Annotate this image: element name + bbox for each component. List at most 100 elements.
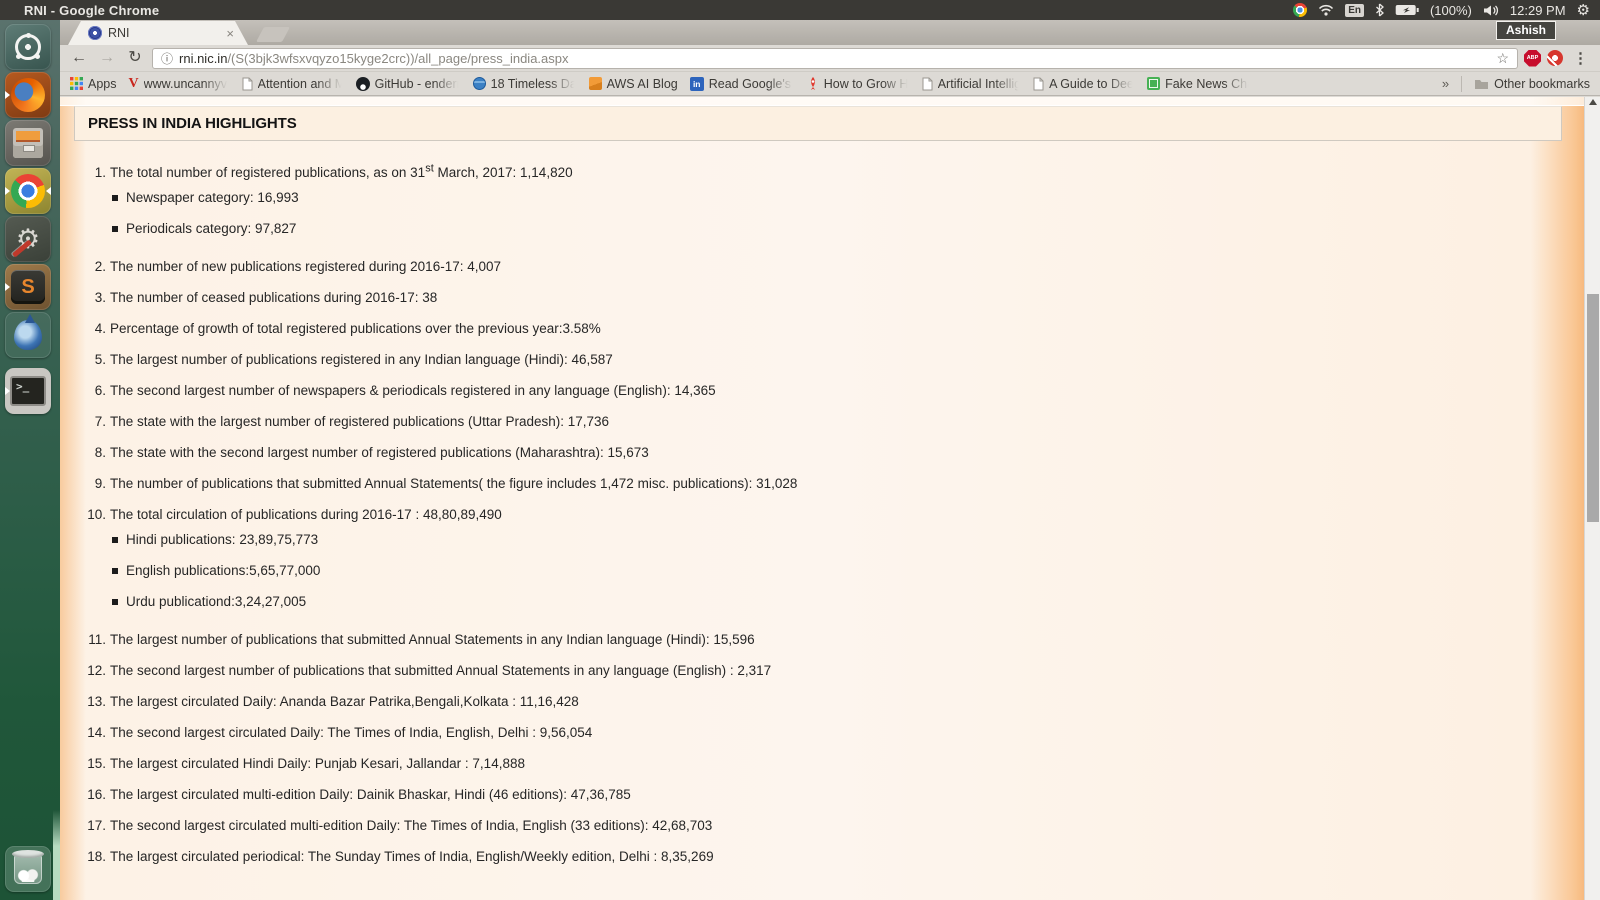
highlight-text: Urdu publicationd:3,24,27,005 xyxy=(126,594,307,609)
adblock-plus-icon[interactable]: ABP xyxy=(1524,49,1541,67)
running-indicator xyxy=(5,91,10,99)
highlight-sub-bullet: Newspaper category: 16,993 xyxy=(74,189,1562,220)
bookmark-item[interactable]: Artificial Intellig xyxy=(922,77,1021,91)
bookmark-item[interactable]: in Read Google's e xyxy=(689,76,795,91)
system-tray: En (100%) 12:29 PM ⚙ xyxy=(1293,1,1600,19)
volume-icon[interactable] xyxy=(1483,4,1499,17)
highlight-text: The largest circulated Hindi Daily: Punj… xyxy=(110,756,525,771)
page-icon xyxy=(922,77,933,91)
page-icon xyxy=(1033,77,1044,91)
apps-grid-icon xyxy=(70,77,83,90)
bookmark-item[interactable]: GitHub - enderne xyxy=(355,76,461,91)
bookmark-label: AWS AI Blog xyxy=(606,76,678,91)
fake-news-icon xyxy=(1147,77,1161,90)
onetab-extension-icon[interactable] xyxy=(1547,50,1563,66)
system-settings-icon[interactable]: ⚙ xyxy=(5,216,51,262)
bookmark-item[interactable]: Apps xyxy=(70,77,117,91)
bookmark-label: Fake News Chall xyxy=(1165,76,1252,91)
square-bullet-icon xyxy=(112,537,118,543)
list-marker xyxy=(74,220,110,251)
file-cabinet-icon xyxy=(13,128,43,158)
list-marker: 19. xyxy=(74,879,110,882)
highlight-text: Percentage of growth of total registered… xyxy=(110,321,601,336)
forward-button[interactable]: → xyxy=(96,50,118,66)
dash-home-icon[interactable] xyxy=(5,24,51,70)
highlight-text: English publications:5,65,77,000 xyxy=(126,563,321,578)
scrollbar-thumb[interactable] xyxy=(1587,294,1599,522)
list-marker: 5. xyxy=(94,352,106,367)
list-marker: 8. xyxy=(94,445,106,460)
page-info-icon[interactable]: ⓘ xyxy=(161,50,173,67)
bookmark-label: www.uncannyvi xyxy=(143,76,230,91)
browser-toolbar: ← → ↻ ⓘ rni.nic.in/(S(3bjk3wfsxvqyzo15ky… xyxy=(60,45,1600,72)
highlight-item: 19.The largest circulated periodical in … xyxy=(74,879,1562,882)
highlight-text: The number of new publications registere… xyxy=(110,259,501,274)
chrome-menu-icon[interactable]: ⋮ xyxy=(1569,49,1592,67)
bookmarks-overflow-chevron[interactable]: » xyxy=(1442,76,1449,91)
list-marker: 16. xyxy=(87,787,106,802)
chrome-window: RNI × ← → ↻ ⓘ rni.nic.in/(S(3bjk3wfsxvqy… xyxy=(60,20,1600,900)
highlight-item: 12. The second largest number of publicat… xyxy=(74,662,1562,693)
bookmark-item[interactable]: Attention and M xyxy=(242,77,344,91)
list-marker: 9. xyxy=(94,476,106,491)
uncanny-v-icon: V xyxy=(128,75,139,91)
highlight-item: 2. The number of new publications registe… xyxy=(74,258,1562,289)
bookmark-item[interactable]: AWS AI Blog xyxy=(588,76,678,91)
bookmark-item[interactable]: A Guide to Deep xyxy=(1033,77,1135,91)
firefox-logo-icon xyxy=(11,78,45,112)
battery-icon[interactable] xyxy=(1395,4,1419,16)
chrome-logo-icon xyxy=(11,174,45,208)
text-fragment: March, 2017: 1,14,820 xyxy=(433,165,573,180)
chrome-indicator-icon[interactable] xyxy=(1293,3,1308,17)
tab-close-icon[interactable]: × xyxy=(226,27,234,40)
session-gear-icon[interactable]: ⚙ xyxy=(1577,1,1590,19)
bluetooth-icon[interactable] xyxy=(1375,3,1384,17)
vertical-scrollbar[interactable] xyxy=(1584,97,1600,900)
trash-icon[interactable] xyxy=(5,846,51,892)
tab-rni[interactable]: RNI × xyxy=(68,21,248,45)
desktop: RNI - Google Chrome En (100%) 12:29 PM ⚙… xyxy=(0,0,1600,900)
ubuntu-logo-icon xyxy=(15,33,41,60)
bookmark-item[interactable]: Vwww.uncannyvi xyxy=(129,76,230,92)
bookmark-star-icon[interactable]: ☆ xyxy=(1496,50,1509,67)
terminal-icon[interactable]: >_ xyxy=(5,368,51,414)
new-tab-button[interactable] xyxy=(256,27,290,42)
highlight-item: 6. The second largest number of newspaper… xyxy=(74,382,1562,413)
deluge-icon[interactable] xyxy=(5,312,51,358)
highlight-item: 17. The second largest circulated multi-e… xyxy=(74,817,1562,848)
address-bar[interactable]: ⓘ rni.nic.in/(S(3bjk3wfsxvqyzo15kyge2crc… xyxy=(152,47,1518,69)
bookmark-item[interactable]: 18 Timeless Data xyxy=(472,77,577,91)
rni-favicon-icon xyxy=(88,26,102,40)
chrome-launcher-icon[interactable] xyxy=(5,168,51,214)
bookmark-label: Read Google's e xyxy=(708,76,795,91)
firefox-icon[interactable] xyxy=(5,72,51,118)
superscript-text: st xyxy=(425,162,434,175)
github-icon xyxy=(355,76,370,91)
bookmark-item[interactable]: How to Grow Hu xyxy=(807,76,910,91)
back-button[interactable]: ← xyxy=(68,50,90,66)
reload-button[interactable]: ↻ xyxy=(124,50,146,66)
file-manager-icon[interactable] xyxy=(5,120,51,166)
scrollbar-up-arrow[interactable] xyxy=(1589,99,1597,105)
list-marker: 11. xyxy=(88,632,106,647)
list-marker: 17. xyxy=(87,818,106,833)
window-title: RNI - Google Chrome xyxy=(24,2,160,18)
highlight-text: The number of ceased publications during… xyxy=(110,290,438,305)
bookmark-label: How to Grow Hu xyxy=(823,76,910,91)
list-marker: 15. xyxy=(87,756,106,771)
web-page: PRESS IN INDIA HIGHLIGHTS 1. The total nu… xyxy=(60,97,1584,900)
clock[interactable]: 12:29 PM xyxy=(1510,3,1566,18)
list-marker xyxy=(74,189,110,220)
page-icon xyxy=(242,77,253,91)
highlight-item: 16. The largest circulated multi-edition … xyxy=(74,786,1562,817)
keyboard-layout-indicator[interactable]: En xyxy=(1345,3,1364,17)
running-indicator xyxy=(5,283,10,291)
sublime-text-icon[interactable]: S xyxy=(5,264,51,310)
running-indicator xyxy=(5,387,10,395)
other-bookmarks-button[interactable]: Other bookmarks xyxy=(1474,77,1590,91)
wifi-icon[interactable] xyxy=(1318,4,1334,16)
square-bullet-icon xyxy=(112,568,118,574)
highlight-item: 3. The number of ceased publications duri… xyxy=(74,289,1562,320)
bookmark-item[interactable]: Fake News Chall xyxy=(1147,77,1251,91)
highlight-item: 13. The largest circulated Daily: Ananda … xyxy=(74,693,1562,724)
